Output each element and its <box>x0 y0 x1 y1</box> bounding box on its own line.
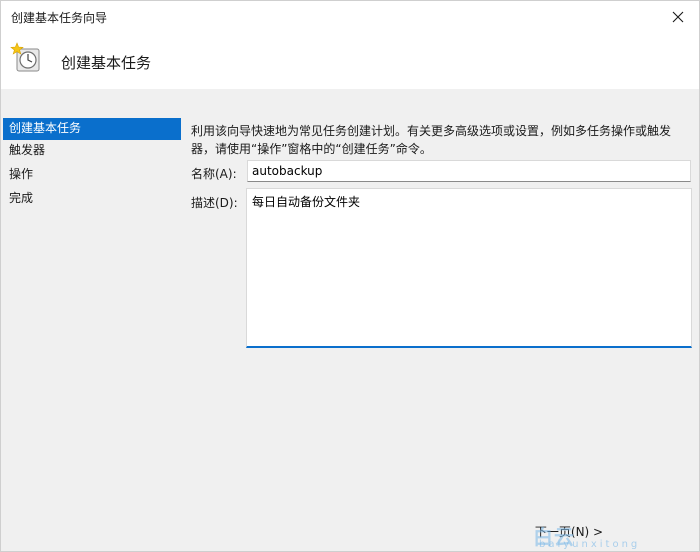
task-clock-icon <box>10 42 40 72</box>
step-finish[interactable]: 完成 <box>3 188 181 212</box>
wizard-header: 创建基本任务 <box>1 33 699 89</box>
description-label: 描述(D): <box>191 196 238 210</box>
step-trigger[interactable]: 触发器 <box>3 140 181 164</box>
window-title: 创建基本任务向导 <box>11 11 108 25</box>
name-input[interactable] <box>247 160 691 182</box>
description-textarea[interactable]: 每日自动备份文件夹 <box>246 188 692 348</box>
wizard-window: 创建基本任务向导 创建基本任务 创建基本任务 触发器 操作 完成 利用该向导快速… <box>0 0 700 552</box>
close-icon <box>672 11 684 23</box>
step-label: 完成 <box>9 191 34 205</box>
name-label: 名称(A): <box>191 167 237 181</box>
step-action[interactable]: 操作 <box>3 164 181 188</box>
page-title: 创建基本任务 <box>61 54 152 72</box>
title-bar: 创建基本任务向导 <box>1 1 699 33</box>
wizard-description: 利用该向导快速地为常见任务创建计划。有关更多高级选项或设置，例如多任务操作或触发… <box>191 124 672 156</box>
close-button[interactable] <box>663 5 693 29</box>
step-label: 创建基本任务 <box>9 121 82 135</box>
wizard-steps: 创建基本任务 触发器 操作 完成 <box>3 118 181 212</box>
step-label: 操作 <box>9 167 34 181</box>
step-label: 触发器 <box>9 143 46 157</box>
step-create-basic-task[interactable]: 创建基本任务 <box>3 118 181 140</box>
watermark-logo-sub: baiyunxitong <box>539 539 641 550</box>
